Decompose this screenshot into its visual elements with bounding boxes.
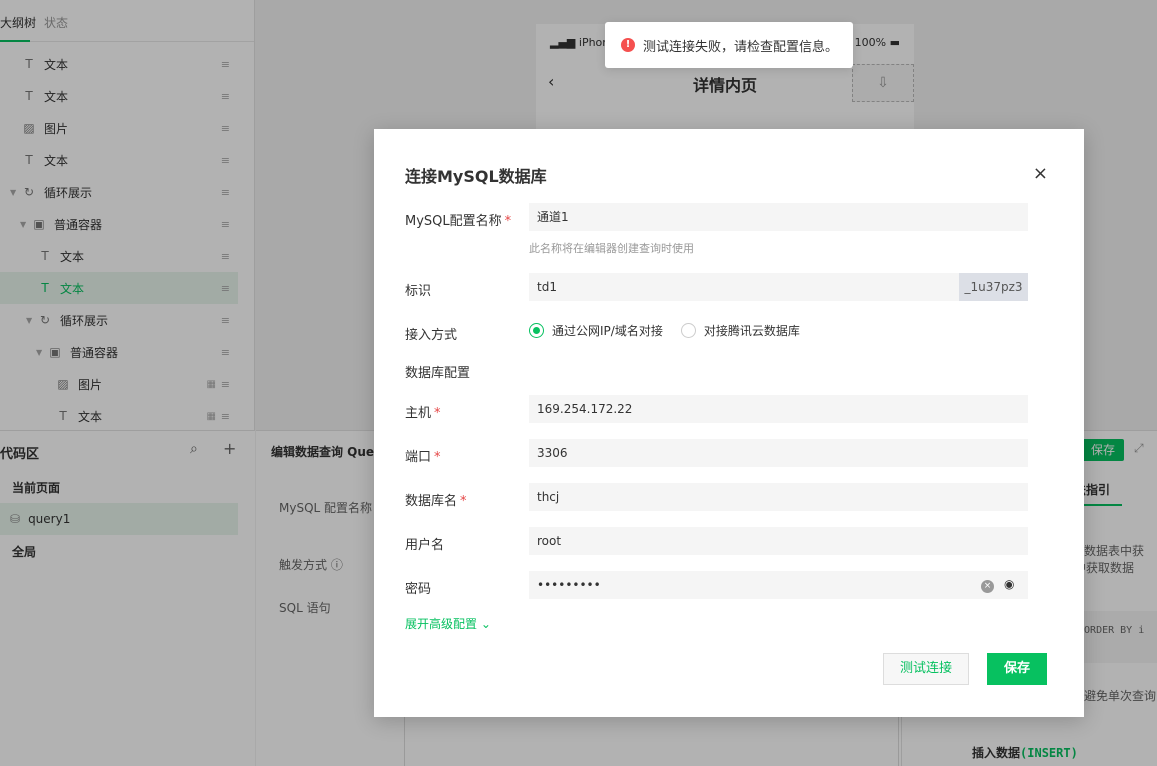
- chevron-down-icon: ⌄: [480, 617, 491, 631]
- eye-off-icon[interactable]: ◉: [1004, 577, 1014, 591]
- access-radio-group: 通过公网IP/域名对接 对接腾讯云数据库: [529, 322, 818, 339]
- required-mark: *: [434, 406, 441, 421]
- save-button[interactable]: 保存: [987, 653, 1047, 685]
- username-input[interactable]: [529, 527, 1028, 555]
- id-input[interactable]: [529, 273, 959, 301]
- mysql-connect-dialog: 连接MySQL数据库 × MySQL配置名称* 此名称将在编辑器创建查询时使用 …: [374, 129, 1084, 717]
- dbname-input[interactable]: [529, 483, 1028, 511]
- config-name-input[interactable]: [529, 203, 1028, 231]
- id-suffix: _1u37pz3: [959, 273, 1028, 301]
- port-field-label: 端口 *: [405, 446, 441, 465]
- advanced-toggle[interactable]: 展开高级配置 ⌄: [405, 615, 491, 632]
- close-icon[interactable]: ×: [1033, 163, 1048, 184]
- config-name-field-label: MySQL配置名称 *: [405, 210, 511, 229]
- host-field-label: 主机 *: [405, 402, 441, 421]
- host-input[interactable]: [529, 395, 1028, 423]
- password-input[interactable]: [529, 571, 1028, 599]
- dbname-field-label: 数据库名 *: [405, 490, 467, 509]
- config-name-label-text: MySQL配置名称: [405, 214, 502, 229]
- error-icon: !: [621, 38, 635, 52]
- port-label-text: 端口: [405, 450, 432, 465]
- username-field-label: 用户名: [405, 538, 445, 553]
- test-connection-button[interactable]: 测试连接: [883, 653, 969, 685]
- access-field-label: 接入方式: [405, 328, 458, 343]
- password-field-label: 密码: [405, 582, 432, 597]
- radio-public-ip[interactable]: [529, 323, 544, 338]
- id-field-label: 标识: [405, 284, 432, 299]
- required-mark: *: [504, 214, 512, 229]
- host-label-text: 主机: [405, 406, 432, 421]
- advanced-label: 展开高级配置: [405, 617, 478, 631]
- radio-public-ip-label[interactable]: 通过公网IP/域名对接: [552, 322, 663, 339]
- dialog-title: 连接MySQL数据库: [405, 167, 547, 186]
- config-name-hint: 此名称将在编辑器创建查询时使用: [529, 242, 694, 255]
- radio-tencent-cloud[interactable]: [680, 323, 696, 338]
- dbname-label-text: 数据库名: [405, 494, 458, 509]
- port-input[interactable]: [529, 439, 1028, 467]
- db-config-heading: 数据库配置: [405, 366, 471, 381]
- toast-message: 测试连接失败，请检查配置信息。: [643, 39, 839, 55]
- required-mark: *: [434, 450, 441, 465]
- clear-icon[interactable]: ×: [981, 580, 994, 593]
- error-toast: ! 测试连接失败，请检查配置信息。: [605, 22, 853, 68]
- required-mark: *: [460, 494, 467, 509]
- radio-tencent-cloud-label[interactable]: 对接腾讯云数据库: [704, 322, 800, 339]
